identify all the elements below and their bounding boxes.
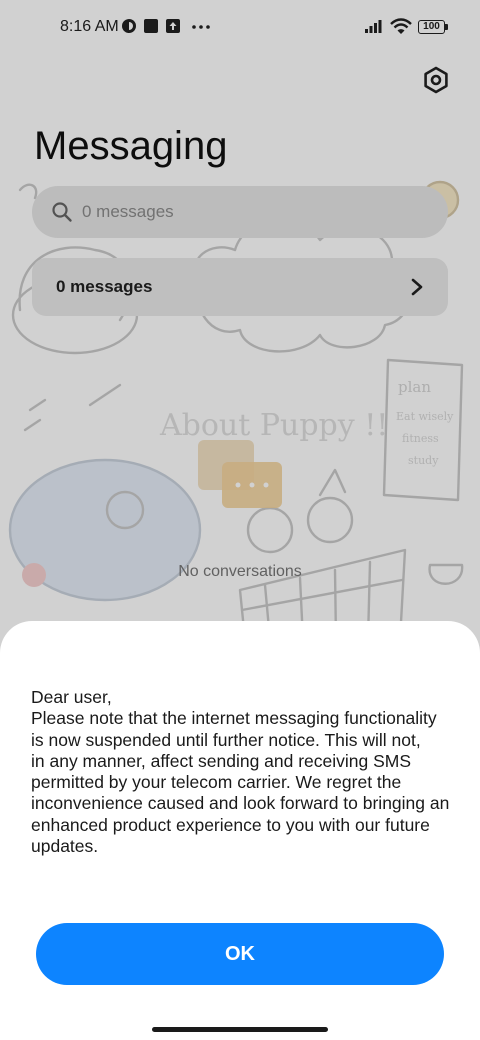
notice-line: enhanced product experience to you with … xyxy=(31,814,430,835)
notice-line: in any manner, affect sending and receiv… xyxy=(31,750,412,771)
notice-message: Dear user, Please note that the internet… xyxy=(31,687,461,857)
notice-bottom-sheet: Dear user, Please note that the internet… xyxy=(0,621,480,1040)
notice-line: updates. xyxy=(31,836,99,857)
ok-button[interactable]: OK xyxy=(36,923,444,985)
notice-line: Dear user, xyxy=(31,687,112,707)
notice-line: permitted by your telecom carrier. We re… xyxy=(31,772,402,793)
notice-line: Please note that the internet messaging … xyxy=(31,708,437,729)
notice-line: is now suspended until further notice. T… xyxy=(31,729,421,750)
notice-line: inconvenience caused and look forward to… xyxy=(31,793,450,814)
home-indicator[interactable] xyxy=(152,1027,328,1032)
